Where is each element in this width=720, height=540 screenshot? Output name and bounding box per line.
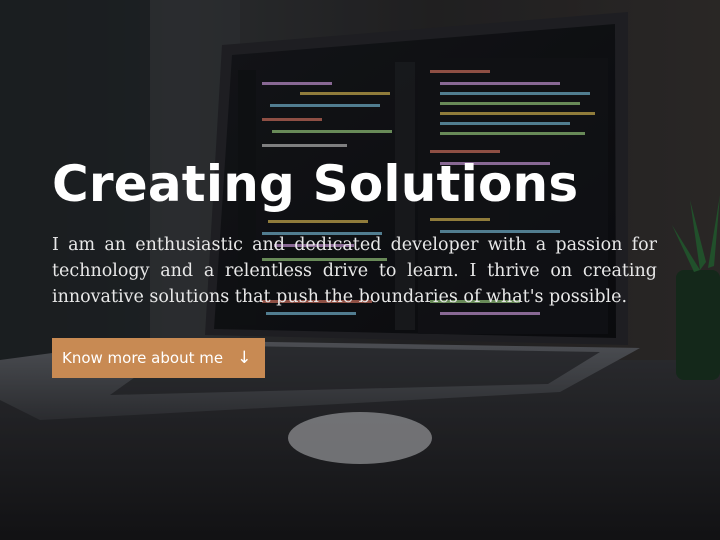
hero-title: Creating Solutions (52, 155, 579, 213)
know-more-label: Know more about me (62, 349, 224, 367)
hero-content: Creating Solutions I am an enthusiastic … (52, 150, 657, 378)
hero-section: Creating Solutions I am an enthusiastic … (0, 0, 720, 540)
arrow-down-icon: ↓ (237, 347, 252, 368)
know-more-button[interactable]: Know more about me ↓ (52, 338, 266, 378)
hero-description: I am an enthusiastic and dedicated devel… (52, 235, 657, 307)
